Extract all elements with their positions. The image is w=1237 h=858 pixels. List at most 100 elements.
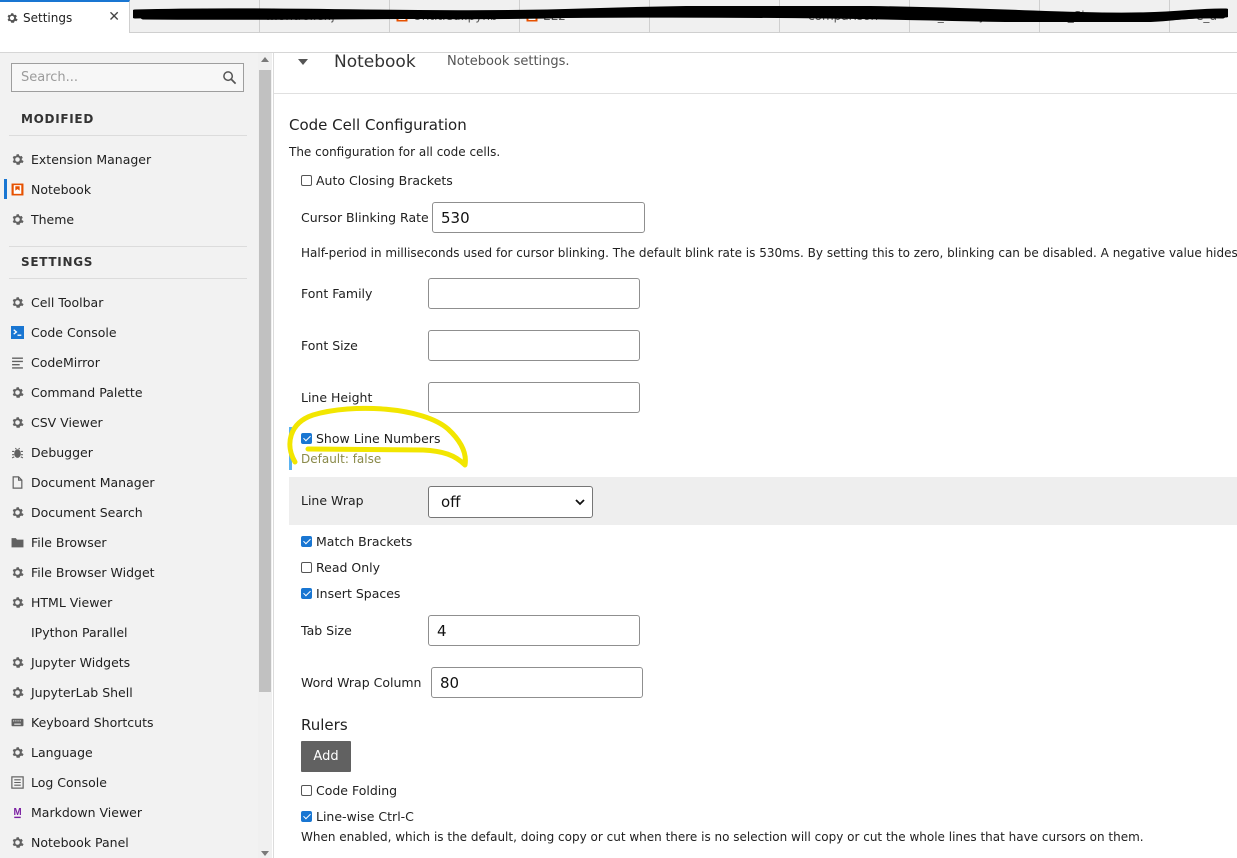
sidebar-item-jupyter-widgets[interactable]: Jupyter Widgets bbox=[9, 650, 249, 674]
sidebar-item-label: File Browser Widget bbox=[31, 564, 155, 580]
folder-icon bbox=[10, 535, 24, 549]
insert-spaces-checkbox[interactable]: Insert Spaces bbox=[301, 586, 400, 601]
tab-settings[interactable]: Settings ✕ bbox=[0, 0, 130, 33]
add-ruler-button[interactable]: Add bbox=[301, 741, 351, 772]
divider bbox=[9, 278, 247, 279]
line-wise-ctrl-c-help: When enabled, which is the default, doin… bbox=[301, 830, 1144, 844]
sidebar-item-label: Document Manager bbox=[31, 474, 155, 490]
gear-icon bbox=[10, 295, 24, 309]
gear-icon bbox=[10, 212, 24, 226]
font-family-label: Font Family bbox=[301, 286, 373, 301]
checkbox-label: Auto Closing Brackets bbox=[316, 173, 453, 188]
scrollbar-thumb[interactable] bbox=[259, 70, 271, 692]
default-value-note: Default: false bbox=[301, 452, 382, 466]
sidebar-item-theme[interactable]: Theme bbox=[9, 207, 249, 231]
cursor-blinking-rate-input[interactable]: 530 bbox=[432, 202, 645, 233]
section-description: The configuration for all code cells. bbox=[289, 145, 501, 159]
close-icon[interactable]: ✕ bbox=[108, 9, 120, 25]
checkbox[interactable] bbox=[301, 785, 312, 796]
sidebar-item-label: CSV Viewer bbox=[31, 414, 103, 430]
console-icon bbox=[10, 325, 24, 339]
tab-label: Settings bbox=[23, 10, 73, 25]
sidebar-item-command-palette[interactable]: Command Palette bbox=[9, 380, 249, 404]
sidebar-item-notebook-panel[interactable]: Notebook Panel bbox=[9, 830, 249, 854]
sidebar-item-debugger[interactable]: Debugger bbox=[9, 440, 249, 464]
plugin-description: Notebook settings. bbox=[447, 54, 570, 69]
gear-icon bbox=[10, 415, 24, 429]
gear-icon bbox=[10, 745, 24, 759]
notebook-icon bbox=[10, 182, 24, 196]
checkbox[interactable] bbox=[301, 536, 312, 547]
scroll-down-arrow-icon[interactable] bbox=[261, 851, 269, 856]
list-icon bbox=[10, 775, 24, 789]
sidebar-item-extension-manager[interactable]: Extension Manager bbox=[9, 147, 249, 171]
font-family-input[interactable] bbox=[428, 278, 640, 309]
line-wrap-select[interactable]: off bbox=[428, 486, 593, 518]
tab-size-input[interactable]: 4 bbox=[428, 615, 640, 646]
sidebar-item-file-browser[interactable]: File Browser bbox=[9, 530, 249, 554]
settings-sidebar: Search... MODIFIED Extension Manager Note… bbox=[0, 53, 258, 858]
active-indicator bbox=[4, 179, 7, 199]
gear-icon bbox=[10, 595, 24, 609]
sidebar-item-keyboard-shortcuts[interactable]: Keyboard Shortcuts bbox=[9, 710, 249, 734]
sidebar-item-jupyterlab-shell[interactable]: JupyterLab Shell bbox=[9, 680, 249, 704]
sidebar-item-label: Notebook Panel bbox=[31, 834, 129, 850]
divider bbox=[274, 93, 1237, 94]
font-size-input[interactable] bbox=[428, 330, 640, 361]
sidebar-item-csv-viewer[interactable]: CSV Viewer bbox=[9, 410, 249, 434]
plugin-title: Notebook bbox=[334, 53, 416, 72]
checkbox-label: Match Brackets bbox=[316, 534, 413, 549]
file-icon bbox=[10, 475, 24, 489]
sidebar-item-label: Markdown Viewer bbox=[31, 804, 143, 820]
svg-text:M: M bbox=[13, 807, 21, 818]
redaction-scribble bbox=[133, 6, 1228, 22]
gear-icon bbox=[10, 565, 24, 579]
sidebar-item-code-console[interactable]: Code Console bbox=[9, 320, 249, 344]
settings-header: SETTINGS bbox=[21, 255, 94, 269]
sidebar-item-ipython-parallel[interactable]: IPython Parallel bbox=[9, 620, 249, 644]
search-input[interactable]: Search... bbox=[11, 63, 244, 92]
line-height-input[interactable] bbox=[428, 382, 640, 413]
checkbox-label: Read Only bbox=[316, 560, 381, 575]
sidebar-item-language[interactable]: Language bbox=[9, 740, 249, 764]
sidebar-item-document-manager[interactable]: Document Manager bbox=[9, 470, 249, 494]
search-icon bbox=[223, 71, 237, 85]
sidebar-item-label: Document Search bbox=[31, 504, 143, 520]
checkbox[interactable] bbox=[301, 433, 312, 444]
modified-indicator bbox=[289, 427, 292, 470]
line-wise-ctrl-c-checkbox[interactable]: Line-wise Ctrl-C bbox=[301, 809, 414, 824]
word-wrap-column-input[interactable]: 80 bbox=[431, 667, 643, 698]
checkbox[interactable] bbox=[301, 562, 312, 573]
chevron-down-icon bbox=[575, 499, 585, 506]
section-title: Code Cell Configuration bbox=[289, 116, 467, 134]
sidebar-item-label: Language bbox=[31, 744, 93, 760]
collapse-caret-icon[interactable] bbox=[298, 59, 308, 65]
tab-size-label: Tab Size bbox=[301, 623, 352, 638]
checkbox[interactable] bbox=[301, 175, 312, 186]
gear-icon bbox=[10, 152, 24, 166]
divider bbox=[9, 246, 247, 247]
search-placeholder: Search... bbox=[21, 70, 79, 85]
gear-icon bbox=[10, 655, 24, 669]
auto-closing-brackets-checkbox[interactable]: Auto Closing Brackets bbox=[301, 173, 453, 188]
divider bbox=[9, 135, 247, 136]
sidebar-item-file-browser-widget[interactable]: File Browser Widget bbox=[9, 560, 249, 584]
show-line-numbers-checkbox[interactable]: Show Line Numbers bbox=[301, 431, 440, 446]
gear-icon bbox=[10, 385, 24, 399]
read-only-checkbox[interactable]: Read Only bbox=[301, 560, 380, 575]
keyboard-icon bbox=[10, 715, 24, 729]
sidebar-scrollbar[interactable] bbox=[258, 53, 272, 858]
sidebar-item-codemirror[interactable]: CodeMirror bbox=[9, 350, 249, 374]
code-folding-checkbox[interactable]: Code Folding bbox=[301, 783, 397, 798]
scroll-up-arrow-icon[interactable] bbox=[261, 57, 269, 62]
sidebar-item-html-viewer[interactable]: HTML Viewer bbox=[9, 590, 249, 614]
sidebar-item-cell-toolbar[interactable]: Cell Toolbar bbox=[9, 290, 249, 314]
sidebar-item-markdown-viewer[interactable]: M Markdown Viewer bbox=[9, 800, 249, 824]
match-brackets-checkbox[interactable]: Match Brackets bbox=[301, 534, 412, 549]
sidebar-item-notebook[interactable]: Notebook bbox=[4, 177, 249, 201]
checkbox[interactable] bbox=[301, 588, 312, 599]
sidebar-item-document-search[interactable]: Document Search bbox=[9, 500, 249, 524]
sidebar-item-log-console[interactable]: Log Console bbox=[9, 770, 249, 794]
checkbox[interactable] bbox=[301, 811, 312, 822]
checkbox-label: Insert Spaces bbox=[316, 586, 401, 601]
